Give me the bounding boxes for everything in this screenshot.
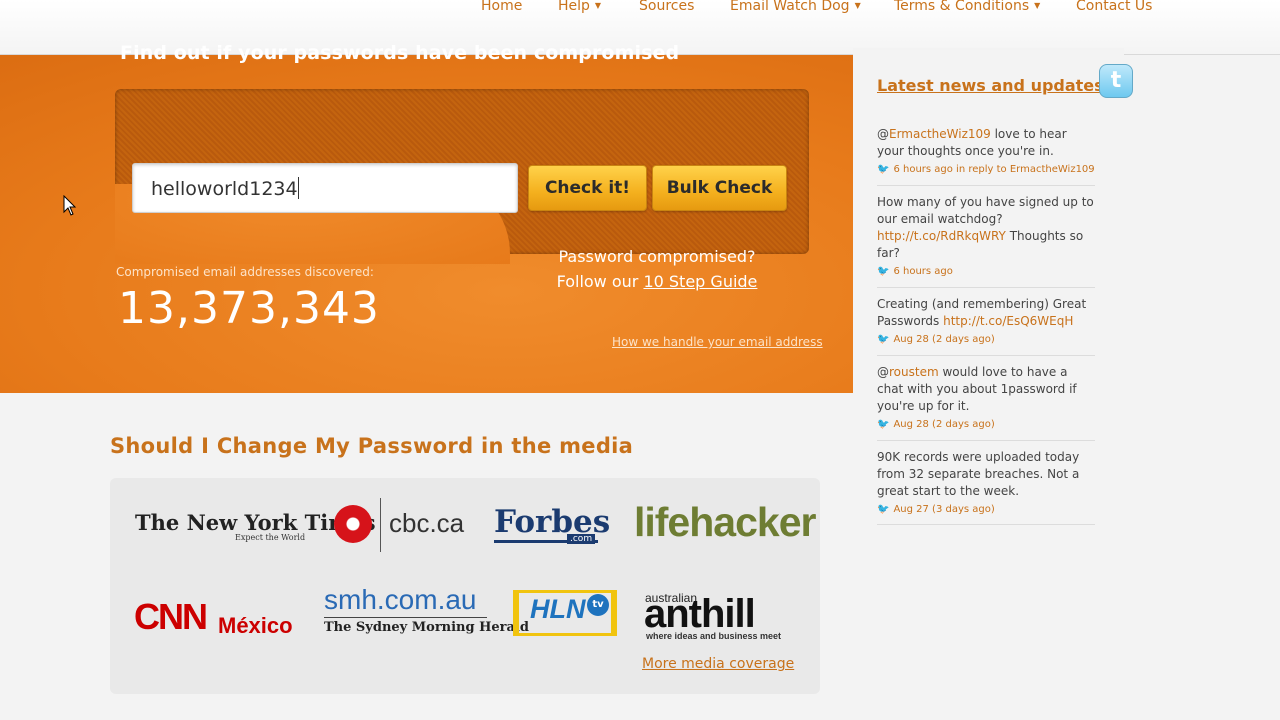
nav-contact-label: Contact Us [1076, 0, 1153, 14]
cbc-gem-icon [334, 505, 372, 543]
caret-down-icon: ▼ [1034, 1, 1041, 10]
nyt-tagline: Expect the World [235, 533, 306, 542]
tweet-text: @ErmactheWiz109 love to hear your though… [877, 126, 1097, 160]
cnn-mexico-label: México [218, 613, 293, 638]
password-input[interactable]: helloworld1234 [132, 163, 518, 213]
tweet-text: @roustem would love to have a chat with … [877, 364, 1097, 415]
cbc-divider [380, 498, 381, 552]
tweet-handle-link[interactable]: roustem [889, 365, 939, 379]
tweet-body: 90K records were uploaded today from 32 … [877, 450, 1080, 498]
tweet-item: @ErmactheWiz109 love to hear your though… [877, 126, 1097, 178]
tweet-item: 90K records were uploaded today from 32 … [877, 449, 1097, 518]
tweet-link[interactable]: http://t.co/RdRkqWRY [877, 229, 1006, 243]
check-it-button[interactable]: Check it! [528, 165, 647, 211]
smh-divider [324, 617, 487, 618]
hero-title: Find out if your passwords have been com… [120, 42, 680, 64]
tweet-meta: 🐦 Aug 27 (3 days ago) [877, 501, 1097, 518]
nav-sources-label: Sources [639, 0, 695, 14]
tweet-item: @roustem would love to have a chat with … [877, 364, 1097, 433]
hln-label: HLN [530, 594, 586, 624]
tweet-handle-link[interactable]: ErmactheWiz109 [889, 127, 991, 141]
more-media-coverage-link[interactable]: More media coverage [642, 656, 794, 672]
latest-news-title[interactable]: Latest news and updates [877, 76, 1104, 95]
nav-contact-us[interactable]: Contact Us [1076, 0, 1152, 14]
cbc-logo[interactable]: cbc.ca [389, 508, 464, 539]
bird-icon: 🐦 [877, 266, 890, 277]
compromised-help: Password compromised? Follow our 10 Step… [530, 244, 784, 294]
nav-help[interactable]: Help ▼ [558, 0, 601, 14]
nav-home[interactable]: Home [481, 0, 522, 14]
tweet-item: How many of you have signed up to our em… [877, 194, 1097, 280]
tweet-time[interactable]: 6 hours ago [893, 266, 952, 277]
tweet-divider [877, 287, 1095, 288]
tweet-meta: 🐦 Aug 28 (2 days ago) [877, 416, 1097, 433]
media-section-title: Should I Change My Password in the media [110, 434, 634, 458]
tweet-time[interactable]: Aug 28 (2 days ago) [893, 334, 994, 345]
tweet-item: Creating (and remembering) Great Passwor… [877, 296, 1097, 348]
lifehacker-logo[interactable]: lifehacker [634, 499, 816, 546]
smh-logo[interactable]: smh.com.au [324, 584, 477, 616]
tweet-divider [877, 524, 1095, 525]
nav-terms-conditions[interactable]: Terms & Conditions ▼ [894, 0, 1040, 14]
smh-subtitle: The Sydney Morning Herald [324, 620, 529, 635]
tweet-meta: 🐦 6 hours ago [877, 263, 1097, 280]
nav-terms-label: Terms & Conditions [894, 0, 1030, 14]
email-handling-link[interactable]: How we handle your email address [612, 335, 823, 349]
nav-email-watch-dog-label: Email Watch Dog [730, 0, 850, 14]
follow-guide-line: Follow our 10 Step Guide [530, 269, 784, 294]
compromised-question: Password compromised? [558, 247, 756, 266]
hln-tv-badge: tv [587, 594, 609, 616]
cnn-logo[interactable]: CNN [134, 596, 208, 638]
bird-icon: 🐦 [877, 504, 890, 515]
mouse-pointer-icon [63, 195, 77, 216]
caret-down-icon: ▼ [854, 1, 861, 10]
anthill-tagline: where ideas and business meet [646, 631, 782, 641]
tweet-prefix: @ [877, 365, 889, 379]
tweet-body: How many of you have signed up to our em… [877, 195, 1094, 226]
ten-step-guide-link[interactable]: 10 Step Guide [643, 272, 757, 291]
tweet-meta: 🐦 6 hours ago in reply to ErmactheWiz109 [877, 161, 1097, 178]
tweet-text: Creating (and remembering) Great Passwor… [877, 296, 1097, 330]
nav-home-label: Home [481, 0, 523, 14]
twitter-bird-icon[interactable]: t [1099, 64, 1133, 98]
tweet-time[interactable]: Aug 28 (2 days ago) [893, 419, 994, 430]
tweet-time[interactable]: Aug 27 (3 days ago) [893, 504, 994, 515]
forbes-com-badge: .com [567, 534, 596, 544]
tweet-link[interactable]: http://t.co/EsQ6WEqH [943, 314, 1073, 328]
follow-text: Follow our [556, 272, 639, 291]
tweet-text: 90K records were uploaded today from 32 … [877, 449, 1097, 500]
bulk-check-button[interactable]: Bulk Check [652, 165, 787, 211]
nav-sources[interactable]: Sources [639, 0, 694, 14]
nav-email-watch-dog[interactable]: Email Watch Dog ▼ [730, 0, 861, 14]
bird-icon: 🐦 [877, 419, 890, 430]
count-label: Compromised email addresses discovered: [116, 265, 374, 279]
text-cursor [297, 177, 299, 199]
tweet-divider [877, 440, 1095, 441]
tweet-text: How many of you have signed up to our em… [877, 194, 1097, 262]
tweet-divider [877, 185, 1095, 186]
compromised-count: 13,373,343 [118, 283, 380, 334]
tweet-prefix: @ [877, 127, 889, 141]
tweet-time[interactable]: 6 hours ago in reply to ErmactheWiz109 [893, 164, 1094, 175]
tweet-divider [877, 355, 1095, 356]
tweet-meta: 🐦 Aug 28 (2 days ago) [877, 331, 1097, 348]
bird-icon: 🐦 [877, 164, 890, 175]
bird-icon: 🐦 [877, 334, 890, 345]
password-input-value: helloworld1234 [151, 178, 298, 200]
caret-down-icon: ▼ [594, 1, 602, 10]
nav-help-label: Help [558, 0, 590, 14]
